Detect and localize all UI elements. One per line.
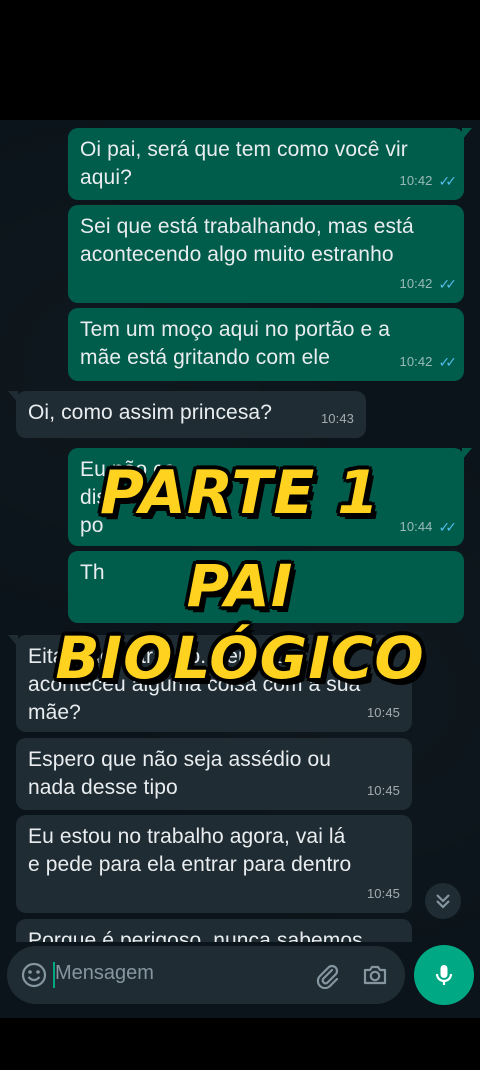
double-check-icon: ✓✓ (438, 354, 458, 370)
message-time: 10:42 (399, 354, 433, 369)
message-text: Oi, como assim princesa? (28, 401, 272, 424)
double-check-icon: ✓✓ (438, 276, 458, 292)
voice-record-button[interactable] (414, 945, 474, 1005)
message-input[interactable]: Mensagem (55, 962, 154, 985)
message-incoming[interactable]: Espero que não seja assédio ou nada dess… (16, 738, 412, 810)
mic-icon (435, 965, 453, 985)
message-time: 10:42 (399, 276, 433, 291)
message-time: 10:45 (366, 783, 400, 798)
scroll-to-bottom-button[interactable] (425, 883, 461, 919)
message-time: 10:45 (366, 705, 400, 720)
message-text: Espero que não seja assédio ou nada dess… (28, 748, 332, 799)
message-time: 10:42 (399, 173, 433, 188)
message-incoming[interactable]: Porque é perigoso, nunca sabemos (16, 919, 412, 942)
message-time: 10:43 (320, 411, 354, 426)
chat-area[interactable]: Oi pai, será que tem como você vir aqui?… (0, 120, 480, 942)
bottom-letterbox (0, 1018, 480, 1070)
overlay-title-subject: PAI BIOLÓGICO (55, 552, 425, 692)
message-outgoing[interactable]: Tem um moço aqui no portão e a mãe está … (68, 308, 464, 381)
message-text: Porque é perigoso, nunca sabemos (28, 929, 363, 942)
overlay-title-part: PARTE 1 (100, 458, 380, 528)
message-text: Oi pai, será que tem como você vir aqui? (80, 138, 408, 189)
camera-icon[interactable] (361, 961, 389, 994)
message-text: Sei que está trabalhando, mas está acont… (80, 215, 414, 266)
message-incoming[interactable]: Oi, como assim princesa? 10:43 (8, 391, 366, 438)
message-time: 10:45 (366, 886, 400, 901)
double-check-icon: ✓✓ (438, 173, 458, 189)
emoji-icon[interactable] (20, 961, 48, 994)
message-incoming[interactable]: Eu estou no trabalho agora, vai lá e ped… (16, 815, 412, 913)
message-text: Eu estou no trabalho agora, vai lá e ped… (28, 825, 352, 876)
top-letterbox (0, 0, 480, 120)
paperclip-icon[interactable] (313, 961, 341, 994)
message-outgoing[interactable]: Sei que está trabalhando, mas está acont… (68, 205, 464, 303)
message-outgoing[interactable]: Oi pai, será que tem como você vir aqui?… (68, 128, 472, 200)
chevron-double-down-icon (436, 894, 450, 909)
message-text: Tem um moço aqui no portão e a mãe está … (80, 318, 391, 369)
